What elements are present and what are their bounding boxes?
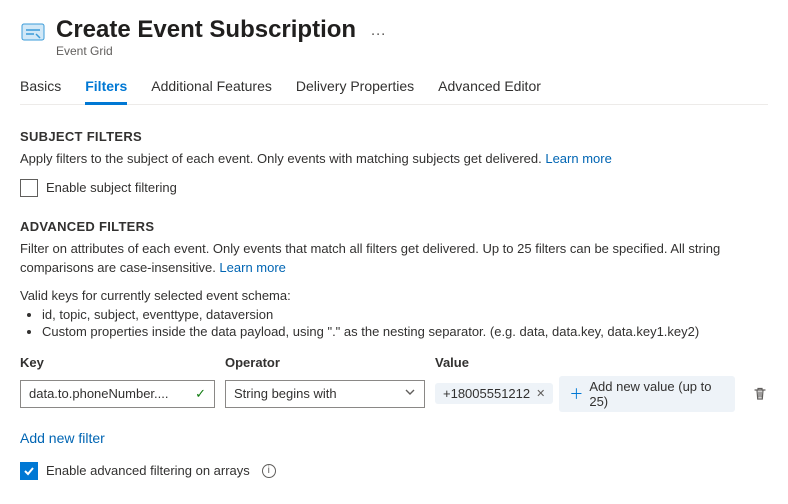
- tab-basics[interactable]: Basics: [20, 72, 61, 104]
- filter-operator-select[interactable]: String begins with: [225, 380, 425, 408]
- tab-filters[interactable]: Filters: [85, 72, 127, 105]
- filter-key-input[interactable]: data.to.phoneNumber.... ✓: [20, 380, 215, 408]
- more-button[interactable]: …: [370, 16, 386, 40]
- valid-key-item: id, topic, subject, eventtype, dataversi…: [42, 307, 768, 322]
- tab-additional-features[interactable]: Additional Features: [151, 72, 272, 104]
- add-new-filter-link[interactable]: Add new filter: [20, 430, 105, 446]
- delete-filter-button[interactable]: [745, 386, 775, 402]
- tab-delivery-properties[interactable]: Delivery Properties: [296, 72, 414, 104]
- filter-value-chip: +18005551212 ✕: [435, 383, 553, 404]
- tab-bar: Basics Filters Additional Features Deliv…: [20, 72, 768, 105]
- enable-array-filtering-label: Enable advanced filtering on arrays: [46, 463, 250, 478]
- page-subtitle: Event Grid: [56, 44, 356, 58]
- service-icon: [20, 20, 46, 46]
- enable-array-filtering-checkbox[interactable]: [20, 462, 38, 480]
- info-icon[interactable]: i: [262, 464, 276, 478]
- plus-icon: ＋: [569, 387, 583, 401]
- subject-filters-heading: SUBJECT FILTERS: [20, 129, 768, 144]
- advanced-filters-desc: Filter on attributes of each event. Only…: [20, 240, 768, 278]
- enable-subject-filtering-checkbox[interactable]: [20, 179, 38, 197]
- subject-filters-desc: Apply filters to the subject of each eve…: [20, 150, 768, 169]
- filter-row: data.to.phoneNumber.... ✓ String begins …: [20, 376, 768, 412]
- advanced-learn-more-link[interactable]: Learn more: [219, 260, 285, 275]
- check-icon: ✓: [195, 386, 206, 402]
- col-operator: Operator: [225, 355, 425, 370]
- remove-value-icon[interactable]: ✕: [536, 387, 545, 400]
- chevron-down-icon: [404, 386, 416, 401]
- page-title: Create Event Subscription: [56, 16, 356, 44]
- add-new-value-button[interactable]: ＋ Add new value (up to 25): [559, 376, 735, 412]
- tab-advanced-editor[interactable]: Advanced Editor: [438, 72, 541, 104]
- col-key: Key: [20, 355, 215, 370]
- valid-keys-intro: Valid keys for currently selected event …: [20, 288, 768, 303]
- valid-keys-list: id, topic, subject, eventtype, dataversi…: [42, 307, 768, 339]
- valid-key-item: Custom properties inside the data payloa…: [42, 324, 768, 339]
- subject-learn-more-link[interactable]: Learn more: [545, 151, 611, 166]
- enable-subject-filtering-label: Enable subject filtering: [46, 180, 177, 195]
- col-value: Value: [435, 355, 735, 370]
- advanced-filters-heading: ADVANCED FILTERS: [20, 219, 768, 234]
